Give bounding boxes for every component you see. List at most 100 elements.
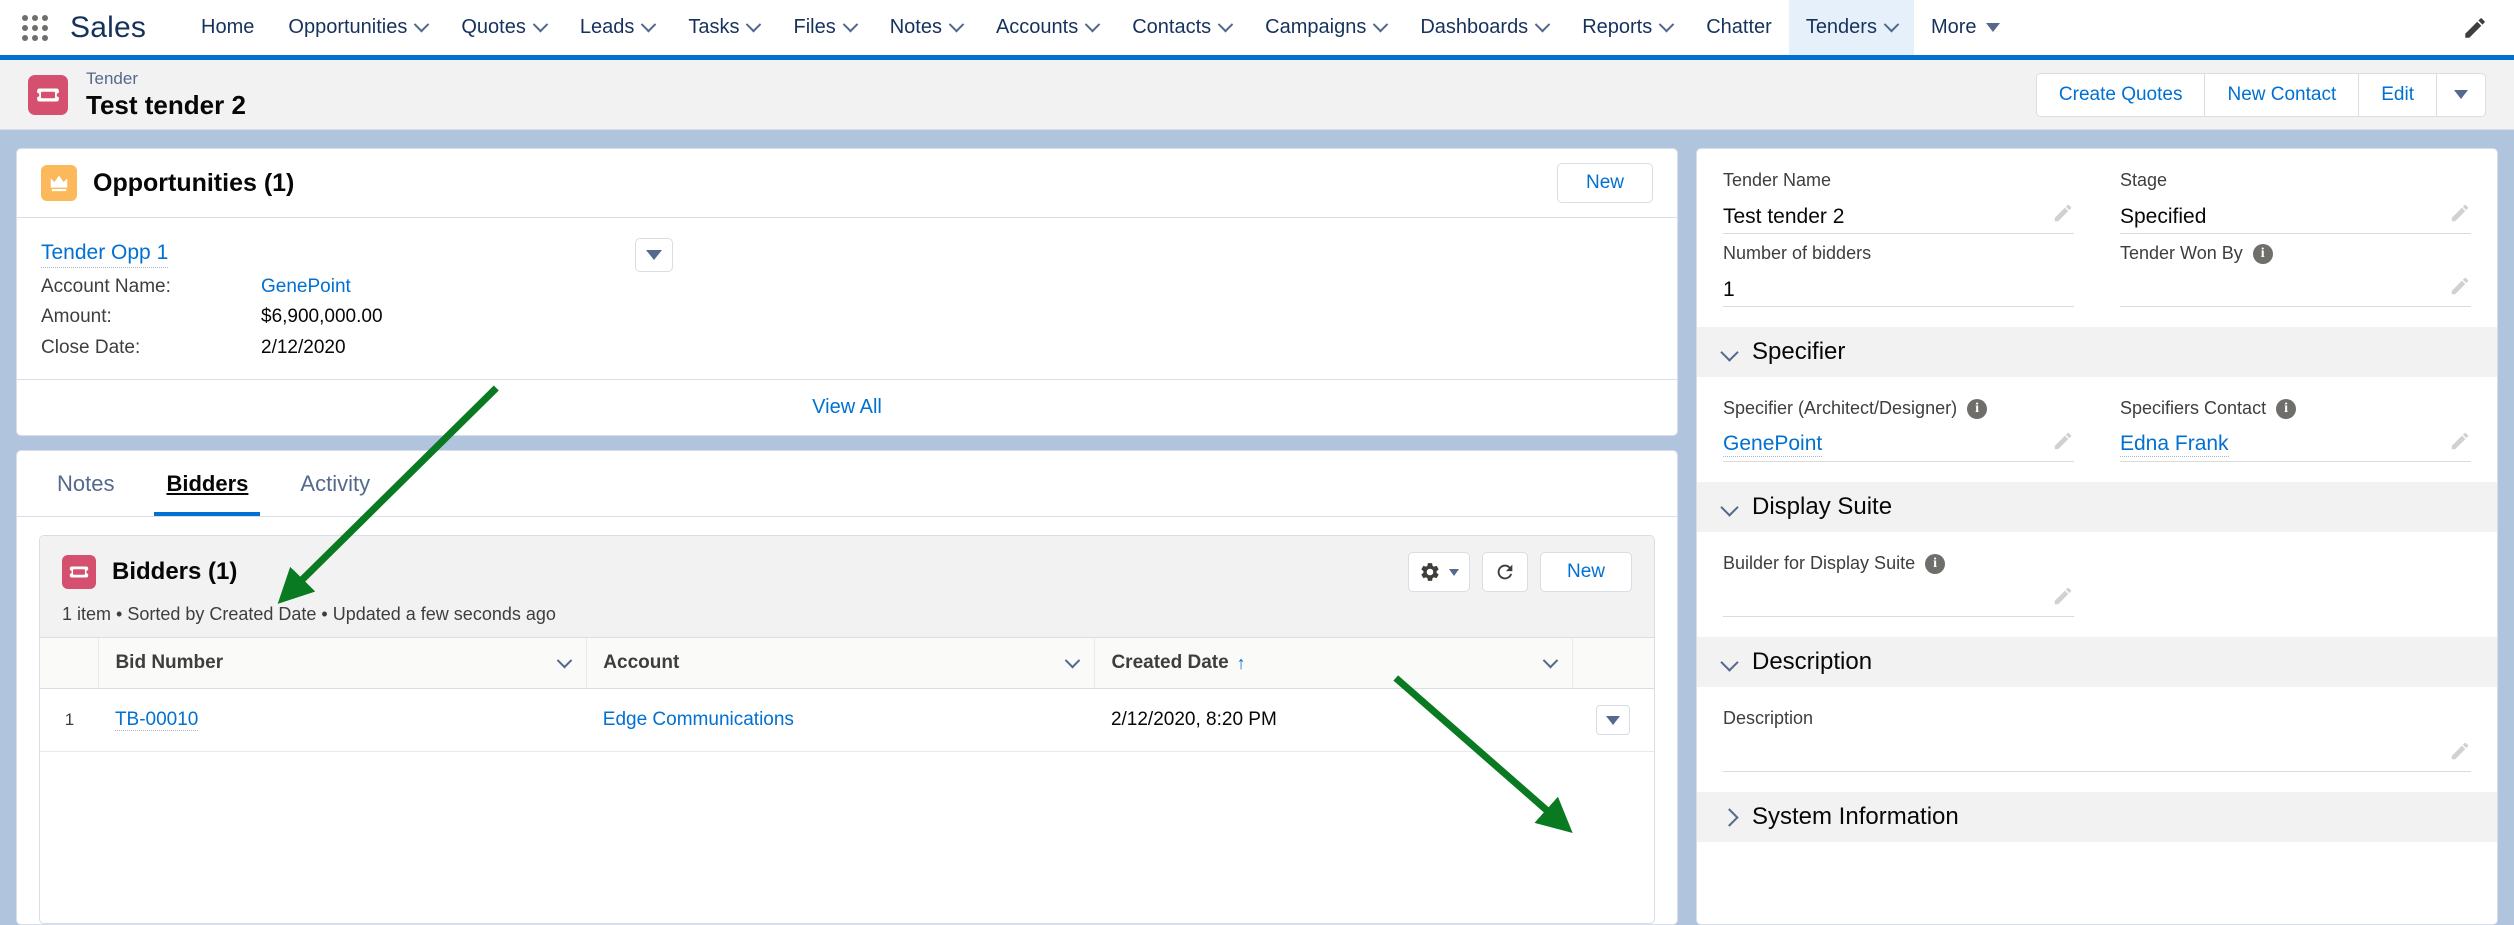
opportunities-new-button[interactable]: New <box>1556 163 1653 203</box>
create-quotes-button[interactable]: Create Quotes <box>2036 73 2206 116</box>
nav-item-reports[interactable]: Reports <box>1565 0 1689 55</box>
section-title: Display Suite <box>1752 493 1893 520</box>
nav-item-leads[interactable]: Leads <box>563 0 672 55</box>
record-header-actions: Create Quotes New Contact Edit <box>2035 72 2486 117</box>
header-button-group: Create Quotes New Contact Edit <box>2035 72 2486 117</box>
nav-item-label: Notes <box>889 16 942 38</box>
cell-account-text[interactable]: Edge Communications <box>603 709 794 730</box>
app-name[interactable]: Sales <box>70 11 146 45</box>
info-icon[interactable]: i <box>1925 553 1946 574</box>
nav-item-campaigns[interactable]: Campaigns <box>1248 0 1403 55</box>
pencil-icon[interactable] <box>2052 202 2074 229</box>
cell-bid-number-text[interactable]: TB-00010 <box>114 709 199 732</box>
field-value-row: 1 <box>1723 267 2074 307</box>
nav-item-accounts[interactable]: Accounts <box>979 0 1115 55</box>
opportunity-row-menu-button[interactable] <box>635 238 673 272</box>
nav-item-label: Reports <box>1582 16 1653 38</box>
nav-item-label: Opportunities <box>288 16 408 38</box>
tender-ticket-icon <box>62 555 96 590</box>
record-type-label: Tender <box>86 68 138 88</box>
chevron-down-icon <box>1658 16 1675 33</box>
cell-created-date: 2/12/2020, 8:20 PM <box>1094 688 1573 753</box>
tab-bidders[interactable]: Bidders <box>140 451 274 517</box>
pencil-icon[interactable] <box>2449 740 2471 767</box>
caret-down-icon <box>646 250 662 260</box>
tab-activity[interactable]: Activity <box>274 451 396 516</box>
caret-down-icon <box>1985 23 2000 32</box>
bidders-title: Bidders (1) <box>112 558 238 586</box>
field-value-link[interactable]: GenePoint <box>261 272 351 302</box>
page-title: Test tender 2 <box>86 89 246 120</box>
edit-button[interactable]: Edit <box>2359 73 2437 116</box>
field-label: Specifiers Contact <box>2120 398 2267 418</box>
app-launcher-grid-icon[interactable] <box>18 11 52 45</box>
field-label-row: Builder for Display Suite i <box>1723 550 2074 577</box>
chevron-down-icon <box>842 16 858 33</box>
row-menu-button[interactable] <box>1596 705 1631 736</box>
nav-item-files[interactable]: Files <box>776 0 872 55</box>
field-label: Number of bidders <box>1723 243 1872 263</box>
nav-item-contacts[interactable]: Contacts <box>1115 0 1248 55</box>
opportunity-field-row: Close Date: 2/12/2020 <box>41 333 1653 363</box>
sort-ascending-icon: ↑ <box>1236 652 1246 673</box>
column-header-label: Account <box>603 652 680 674</box>
field-value-link[interactable]: Edna Frank <box>2120 432 2229 457</box>
nav-item-quotes[interactable]: Quotes <box>444 0 562 55</box>
chevron-down-icon[interactable] <box>1065 652 1081 669</box>
info-icon[interactable]: i <box>1967 398 1988 419</box>
section-header-description[interactable]: Description <box>1697 637 2497 687</box>
caret-down-icon <box>1606 715 1621 725</box>
info-icon[interactable]: i <box>2276 398 2297 419</box>
pencil-icon[interactable] <box>2449 430 2471 457</box>
pencil-icon[interactable] <box>2052 585 2074 612</box>
column-header-bid-number[interactable]: Bid Number <box>98 638 588 690</box>
field-label: Amount: <box>41 306 112 328</box>
nav-item-tasks[interactable]: Tasks <box>671 0 776 55</box>
bidders-new-button[interactable]: New <box>1539 552 1632 593</box>
opportunities-card: Opportunities (1) New Tender Opp 1 Accou… <box>16 148 1678 437</box>
bidders-refresh-button[interactable] <box>1481 552 1528 593</box>
crown-icon <box>41 165 77 201</box>
view-all-link[interactable]: View All <box>17 379 1677 435</box>
chevron-down-icon[interactable] <box>557 652 573 669</box>
nav-item-label: Chatter <box>1706 16 1772 38</box>
bidders-subtitle: 1 item • Sorted by Created Date • Update… <box>62 604 556 625</box>
nav-item-opportunities[interactable]: Opportunities <box>271 0 444 55</box>
nav-item-label: Campaigns <box>1265 16 1367 38</box>
nav-item-home[interactable]: Home <box>184 0 271 55</box>
nav-item-more[interactable]: More <box>1914 0 2017 55</box>
column-header-created-date[interactable]: Created Date ↑ <box>1094 638 1574 690</box>
nav-item-chatter[interactable]: Chatter <box>1689 0 1789 55</box>
row-number-header <box>40 638 100 690</box>
nav-item-tenders[interactable]: Tenders <box>1788 0 1914 55</box>
bidders-settings-button[interactable] <box>1407 552 1470 593</box>
info-icon[interactable]: i <box>2252 243 2273 264</box>
chevron-down-icon[interactable] <box>1542 652 1559 669</box>
record-header: Tender Test tender 2 Create Quotes New C… <box>0 60 2514 130</box>
new-contact-button[interactable]: New Contact <box>2205 73 2360 116</box>
nav-item-notes[interactable]: Notes <box>873 0 979 55</box>
section-header-system-information[interactable]: System Information <box>1697 792 2497 842</box>
opportunity-record-link[interactable]: Tender Opp 1 <box>41 238 169 269</box>
detail-field: Description <box>1723 705 2471 778</box>
field-value: 1 <box>1723 278 1735 301</box>
global-navigation-bar: Sales Home Opportunities Quotes Leads Tasks F… <box>0 0 2514 60</box>
more-actions-button[interactable] <box>2437 73 2485 116</box>
pencil-icon[interactable] <box>2052 430 2074 457</box>
field-label: Stage <box>2120 170 2168 190</box>
chevron-down-icon <box>1720 497 1739 517</box>
section-title: Description <box>1752 648 1873 675</box>
right-column: Tender Name Test tender 2 Stage Specified Nu… <box>1696 148 2498 925</box>
pencil-icon[interactable] <box>2449 275 2471 302</box>
field-label: Tender Won By <box>2120 243 2243 263</box>
tab-notes[interactable]: Notes <box>31 451 140 516</box>
chevron-down-icon <box>414 16 430 33</box>
pencil-icon[interactable] <box>2449 202 2471 229</box>
field-value-link[interactable]: GenePoint <box>1723 432 1823 457</box>
section-header-display-suite[interactable]: Display Suite <box>1697 482 2497 532</box>
section-header-specifier[interactable]: Specifier <box>1697 327 2497 377</box>
pencil-icon[interactable] <box>2462 15 2488 41</box>
column-header-account[interactable]: Account <box>586 638 1096 690</box>
nav-item-label: Tenders <box>1805 16 1877 38</box>
nav-item-dashboards[interactable]: Dashboards <box>1403 0 1565 55</box>
